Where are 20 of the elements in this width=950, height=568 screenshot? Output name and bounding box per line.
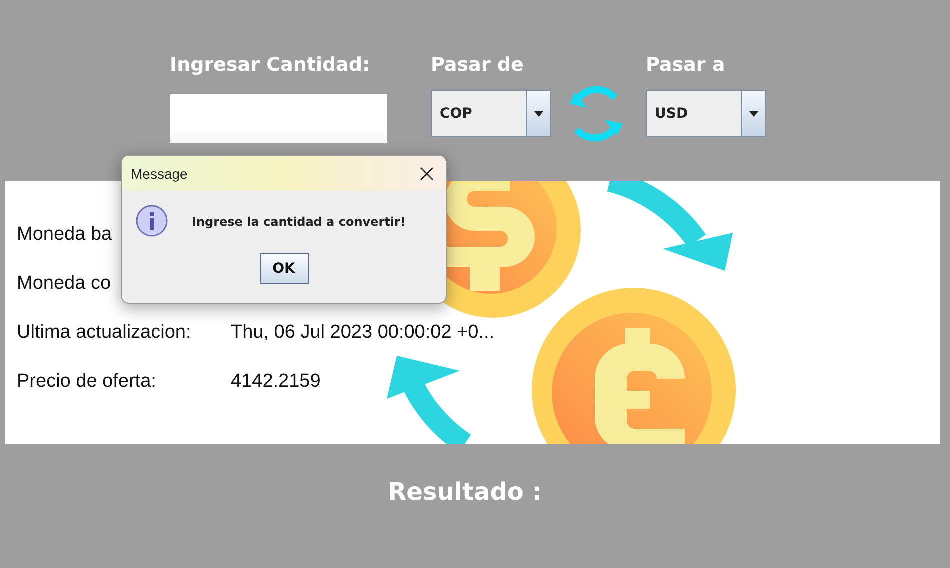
from-currency-label: Pasar de — [431, 53, 525, 78]
from-currency-dropdown[interactable]: COP — [431, 90, 551, 137]
info-label: Ultima actualizacion: — [17, 322, 192, 344]
info-label: Moneda co — [17, 273, 112, 295]
info-icon — [136, 205, 170, 239]
caret-icon — [748, 110, 758, 116]
info-label: Moneda ba — [17, 224, 112, 246]
to-currency-label: Pasar a — [646, 53, 726, 78]
info-value: Thu, 06 Jul 2023 00:00:02 +0... — [231, 322, 496, 344]
to-currency-dropdown[interactable]: USD — [646, 90, 766, 137]
info-label: Precio de oferta: — [17, 371, 156, 393]
close-icon[interactable] — [420, 166, 434, 180]
caret-icon — [534, 110, 544, 116]
ok-button[interactable]: OK — [260, 253, 308, 284]
amount-input-field[interactable] — [170, 94, 387, 143]
result-label: Resultado : — [388, 478, 542, 506]
dialog-message: Ingrese la cantidad a convertir! — [192, 215, 406, 229]
amount-label: Ingresar Cantidad: — [170, 53, 372, 78]
info-value: 4142.2159 — [231, 371, 322, 393]
dialog-title: Message — [131, 166, 188, 182]
